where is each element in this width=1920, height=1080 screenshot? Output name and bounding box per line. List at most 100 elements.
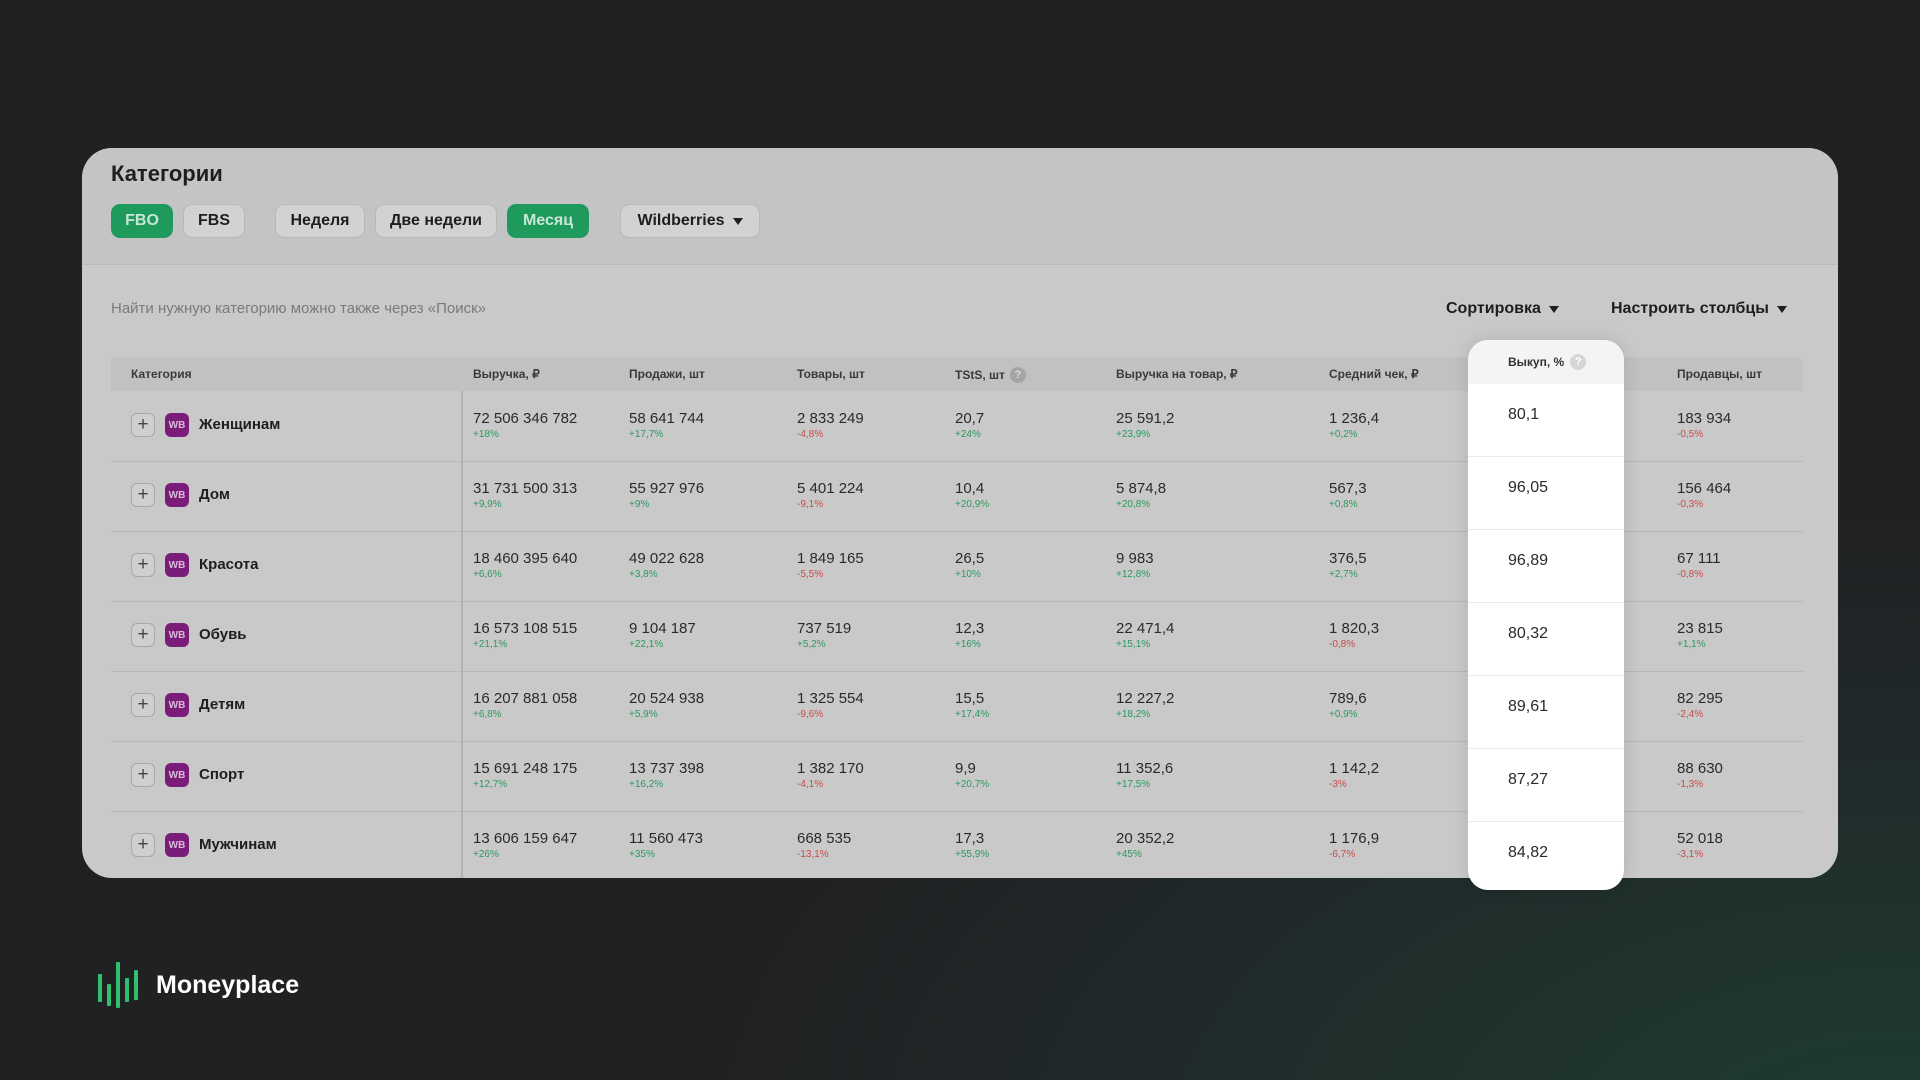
cell-value: 156 464 <box>1677 480 1732 497</box>
cell-change: +9% <box>629 499 650 510</box>
cell-change: -9,6% <box>797 709 824 720</box>
cell-change: +0,8% <box>1329 499 1358 510</box>
sellers-cell: 52 018 -3,1% <box>1677 830 1723 860</box>
tsts-cell: 9,9 +20,7% <box>955 760 989 790</box>
cell-value: 12,3 <box>955 620 985 637</box>
revenue-cell: 13 606 159 647 +26% <box>473 830 577 860</box>
category-name[interactable]: Детям <box>199 696 245 713</box>
column-tsts[interactable]: TStS, шт? <box>955 367 1026 383</box>
period-month-button[interactable]: Месяц <box>507 204 589 238</box>
cell-value: 67 111 <box>1677 550 1721 567</box>
tsts-cell: 17,3 +55,9% <box>955 830 989 860</box>
cell-change: +24% <box>955 429 981 440</box>
revenue-cell: 31 731 500 313 +9,9% <box>473 480 577 510</box>
cell-value: 5 401 224 <box>797 480 864 497</box>
period-week-button[interactable]: Неделя <box>275 204 365 238</box>
sellers-cell: 156 464 -0,3% <box>1677 480 1731 510</box>
tsts-cell: 10,4 +20,9% <box>955 480 989 510</box>
goods-cell: 1 849 165 -5,5% <box>797 550 864 580</box>
column-revenue[interactable]: Выручка, ₽ <box>473 367 540 381</box>
expand-icon[interactable]: + <box>131 763 155 787</box>
sales-cell: 49 022 628 +3,8% <box>629 550 704 580</box>
buyout-cell: 96,05 <box>1468 457 1624 530</box>
sellers-cell: 183 934 -0,5% <box>1677 410 1731 440</box>
cell-value: 668 535 <box>797 830 852 847</box>
cell-change: +5,9% <box>629 709 658 720</box>
cell-value: 13 606 159 647 <box>473 830 578 847</box>
goods-cell: 668 535 -13,1% <box>797 830 851 860</box>
help-icon[interactable]: ? <box>1570 354 1587 370</box>
revenue-per-item-cell: 11 352,6 +17,5% <box>1116 760 1173 790</box>
cell-value: 49 022 628 <box>629 550 705 567</box>
goods-cell: 5 401 224 -9,1% <box>797 480 864 510</box>
expand-icon[interactable]: + <box>131 483 155 507</box>
sort-button[interactable]: Сортировка <box>1446 300 1559 318</box>
wildberries-badge-icon: WB <box>165 833 189 857</box>
category-name[interactable]: Мужчинам <box>199 836 277 853</box>
cell-change: +5,2% <box>797 639 826 650</box>
cell-value: 737 519 <box>797 620 852 637</box>
cell-change: +23,9% <box>1116 429 1151 440</box>
column-category[interactable]: Категория <box>131 367 192 381</box>
sellers-cell: 67 111 -0,8% <box>1677 550 1721 580</box>
cell-change: +45% <box>1116 849 1142 860</box>
help-icon[interactable]: ? <box>1009 367 1026 383</box>
cell-change: -4,1% <box>797 779 824 790</box>
expand-icon[interactable]: + <box>131 623 155 647</box>
cell-change: -9,1% <box>797 499 824 510</box>
filter-fbo-button[interactable]: FBO <box>111 204 173 238</box>
cell-value: 15 691 248 175 <box>473 760 578 777</box>
expand-icon[interactable]: + <box>131 693 155 717</box>
expand-icon[interactable]: + <box>131 413 155 437</box>
revenue-per-item-cell: 5 874,8 +20,8% <box>1116 480 1166 510</box>
cell-change: +18% <box>473 429 499 440</box>
column-avg-check[interactable]: Средний чек, ₽ <box>1329 367 1419 381</box>
column-buyout[interactable]: Выкуп, % ? <box>1468 340 1624 384</box>
period-two-weeks-button[interactable]: Две недели <box>375 204 497 238</box>
cell-value: 55 927 976 <box>629 480 705 497</box>
column-revenue-per-item[interactable]: Выручка на товар, ₽ <box>1116 367 1238 381</box>
category-name[interactable]: Дом <box>199 486 230 503</box>
cell-change: +15,1% <box>1116 639 1151 650</box>
cell-value: 23 815 <box>1677 620 1723 637</box>
avg-check-cell: 1 820,3 -0,8% <box>1329 620 1379 650</box>
expand-icon[interactable]: + <box>131 833 155 857</box>
cell-value: 22 471,4 <box>1116 620 1175 637</box>
cell-change: -2,4% <box>1677 709 1704 720</box>
tsts-cell: 20,7 +24% <box>955 410 984 440</box>
cell-value: 15,5 <box>955 690 985 707</box>
cell-change: -13,1% <box>797 849 829 860</box>
cell-value: 1 382 170 <box>797 760 864 777</box>
cell-change: +6,6% <box>473 569 502 580</box>
cell-value: 10,4 <box>955 480 985 497</box>
column-sales[interactable]: Продажи, шт <box>629 367 705 381</box>
revenue-cell: 16 207 881 058 +6,8% <box>473 690 577 720</box>
category-name[interactable]: Женщинам <box>199 416 280 433</box>
marketplace-select[interactable]: Wildberries <box>620 204 760 238</box>
cell-change: +20,9% <box>955 499 990 510</box>
tsts-cell: 15,5 +17,4% <box>955 690 989 720</box>
category-name[interactable]: Спорт <box>199 766 244 783</box>
column-sellers[interactable]: Продавцы, шт <box>1677 367 1762 381</box>
cell-change: +18,2% <box>1116 709 1151 720</box>
column-goods[interactable]: Товары, шт <box>797 367 865 381</box>
cell-change: +55,9% <box>955 849 990 860</box>
cell-value: 1 820,3 <box>1329 620 1380 637</box>
cell-change: +35% <box>629 849 655 860</box>
cell-change: +1,1% <box>1677 639 1706 650</box>
chevron-down-icon <box>732 217 743 225</box>
wildberries-badge-icon: WB <box>165 483 189 507</box>
buyout-cell: 96,89 <box>1468 530 1624 603</box>
category-name[interactable]: Красота <box>199 556 258 573</box>
wildberries-badge-icon: WB <box>165 623 189 647</box>
filter-fbs-button[interactable]: FBS <box>183 204 245 238</box>
revenue-cell: 16 573 108 515 +21,1% <box>473 620 577 650</box>
cell-change: +17,7% <box>629 429 664 440</box>
tsts-cell: 26,5 +10% <box>955 550 984 580</box>
cell-change: +3,8% <box>629 569 658 580</box>
cell-change: +21,1% <box>473 639 508 650</box>
category-name[interactable]: Обувь <box>199 626 247 643</box>
expand-icon[interactable]: + <box>131 553 155 577</box>
revenue-per-item-cell: 25 591,2 +23,9% <box>1116 410 1174 440</box>
configure-columns-button[interactable]: Настроить столбцы <box>1611 300 1787 318</box>
